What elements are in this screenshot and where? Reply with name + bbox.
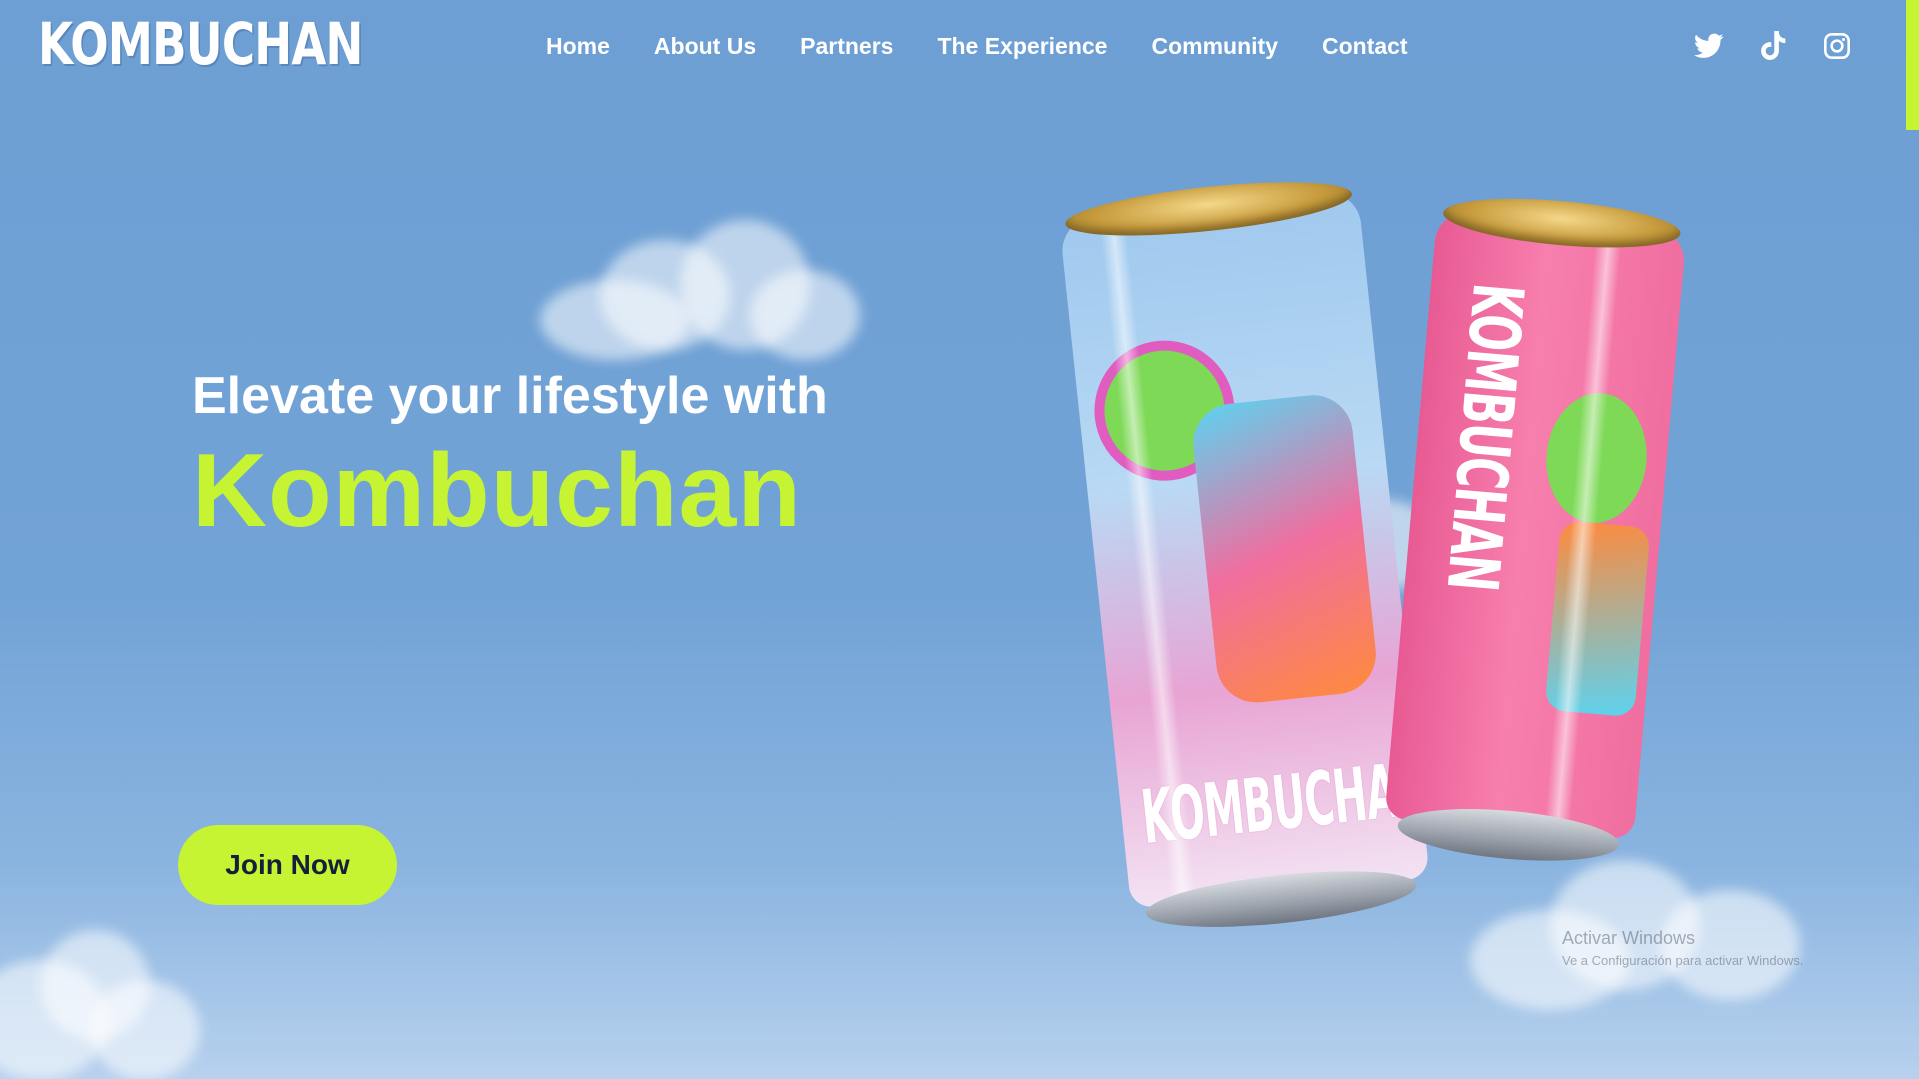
- product-can-left: KOMBUCHAN: [1057, 171, 1433, 938]
- instagram-icon[interactable]: [1821, 30, 1853, 62]
- page: KOMBUCHAN Home About Us Partners The Exp…: [0, 0, 1919, 1079]
- brand-logo[interactable]: KOMBUCHAN: [38, 10, 363, 78]
- scroll-indicator[interactable]: [1906, 0, 1919, 130]
- nav-item-partners[interactable]: Partners: [800, 33, 893, 60]
- nav-item-community[interactable]: Community: [1151, 33, 1278, 60]
- social-links: [1693, 30, 1853, 62]
- cloud-decoration: [0, 920, 210, 1079]
- join-now-button[interactable]: Join Now: [178, 825, 397, 905]
- can-right-wordmark: KOMBUCHAN: [1430, 280, 1540, 594]
- main-nav: Home About Us Partners The Experience Co…: [546, 33, 1408, 60]
- nav-item-about-us[interactable]: About Us: [654, 33, 756, 60]
- cloud-decoration: [540, 220, 860, 370]
- can-right-label: KOMBUCHAN: [1384, 208, 1687, 840]
- nav-item-home[interactable]: Home: [546, 33, 610, 60]
- windows-activation-watermark: Activar Windows Ve a Configuración para …: [1562, 928, 1803, 968]
- product-can-right: KOMBUCHAN: [1382, 190, 1689, 869]
- graffiti-graphic: [1189, 391, 1380, 707]
- watermark-line-2: Ve a Configuración para activar Windows.: [1562, 953, 1804, 968]
- hero-title: Kombuchan: [192, 433, 802, 549]
- nav-item-contact[interactable]: Contact: [1322, 33, 1408, 60]
- tiktok-icon[interactable]: [1757, 30, 1789, 62]
- hero-subtitle: Elevate your lifestyle with: [192, 367, 828, 425]
- nav-item-the-experience[interactable]: The Experience: [937, 33, 1107, 60]
- twitter-icon[interactable]: [1693, 30, 1725, 62]
- can-left-label: KOMBUCHAN: [1059, 189, 1430, 909]
- watermark-line-1: Activar Windows: [1562, 928, 1696, 948]
